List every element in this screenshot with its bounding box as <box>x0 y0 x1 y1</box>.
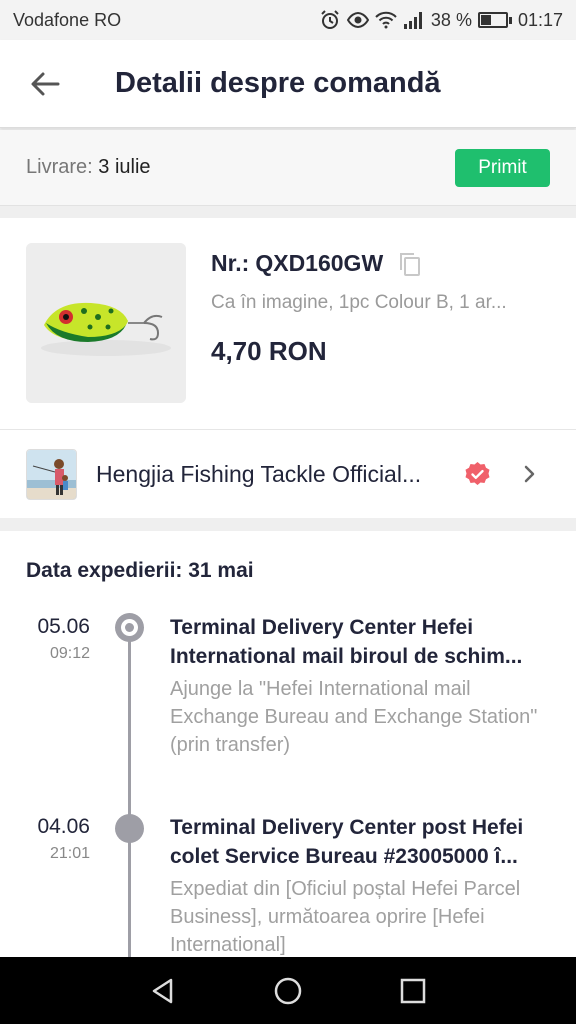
event-time: 09:12 <box>49 645 90 662</box>
event-description: Ajunge la "Hefei International mail Exch… <box>170 678 538 756</box>
status-icons: 38 % 01:17 <box>319 9 563 31</box>
ship-date: Data expedierii: 31 mai <box>26 559 254 582</box>
event-title-line1: Terminal Delivery Center post Hefei <box>170 816 524 839</box>
product-price: 4,70 RON <box>211 336 327 366</box>
back-button[interactable] <box>0 40 90 128</box>
fishing-lure-image <box>26 243 186 403</box>
delivery-label: Livrare: <box>26 156 93 178</box>
event-title-line2: International mail biroul de schim... <box>170 645 523 668</box>
order-number: QXD160GW <box>255 250 384 276</box>
signal-icon <box>403 9 425 31</box>
timeline-current-dot <box>115 613 144 642</box>
verified-badge-icon <box>464 461 491 488</box>
delivery-info: Livrare: 3 iulie <box>26 156 151 179</box>
alarm-icon <box>319 9 341 31</box>
order-number-line: Nr.: QXD160GW <box>211 250 423 277</box>
eye-icon <box>346 9 369 31</box>
delivery-date: 3 iulie <box>98 156 151 178</box>
event-title-line2: colet Service Bureau #23005000 î... <box>170 845 518 868</box>
back-triangle-icon <box>152 978 172 1003</box>
event-title: Terminal Delivery Center post Hefei cole… <box>170 813 550 871</box>
battery-percent: 38 % <box>430 9 472 30</box>
product-card[interactable]: Nr.: QXD160GW Ca în imagine, 1pc Colour … <box>0 218 576 430</box>
page-title: Detalii despre comandă <box>115 67 441 99</box>
nav-recents-button[interactable] <box>393 971 433 1011</box>
store-name: Hengjia Fishing Tackle Official... <box>96 460 422 487</box>
timeline-dot <box>115 814 144 843</box>
app-header: Detalii despre comandă <box>0 40 576 128</box>
home-circle-icon <box>274 977 302 1004</box>
timeline-line <box>128 641 131 961</box>
event-description: Expediat din [Oficiul poștal Hefei Parce… <box>170 878 521 956</box>
store-avatar <box>26 448 77 500</box>
tracking-section: Data expedierii: 31 mai 05.06 09:12 Term… <box>0 531 576 961</box>
nav-home-button[interactable] <box>268 971 308 1011</box>
copy-icon[interactable] <box>397 251 423 277</box>
store-row[interactable]: Hengjia Fishing Tackle Official... <box>0 430 576 518</box>
event-time: 21:01 <box>49 845 90 862</box>
product-image[interactable] <box>26 243 186 403</box>
recents-square-icon <box>401 978 426 1003</box>
nav-back-button[interactable] <box>143 971 183 1011</box>
product-variant: Ca în imagine, 1pc Colour B, 1 ar... <box>211 292 507 313</box>
arrow-left-icon <box>31 72 60 95</box>
battery-icon <box>477 12 512 28</box>
event-date: 05.06 <box>37 615 90 638</box>
battery-level <box>480 15 491 25</box>
carrier-name: Vodafone RO <box>13 9 122 30</box>
status-badge: Primit <box>455 148 550 187</box>
clock: 01:17 <box>517 9 563 30</box>
order-prefix: Nr.: <box>211 250 250 276</box>
event-date: 04.06 <box>37 815 90 838</box>
navigation-bar <box>0 957 576 1024</box>
event-title: Terminal Delivery Center Hefei Internati… <box>170 613 550 671</box>
wifi-icon <box>375 9 397 31</box>
delivery-row: Livrare: 3 iulie Primit <box>0 130 576 206</box>
chevron-right-icon[interactable] <box>519 464 539 484</box>
event-title-line1: Terminal Delivery Center Hefei <box>170 616 474 639</box>
status-bar: Vodafone RO 38 % 01:17 <box>0 0 576 40</box>
